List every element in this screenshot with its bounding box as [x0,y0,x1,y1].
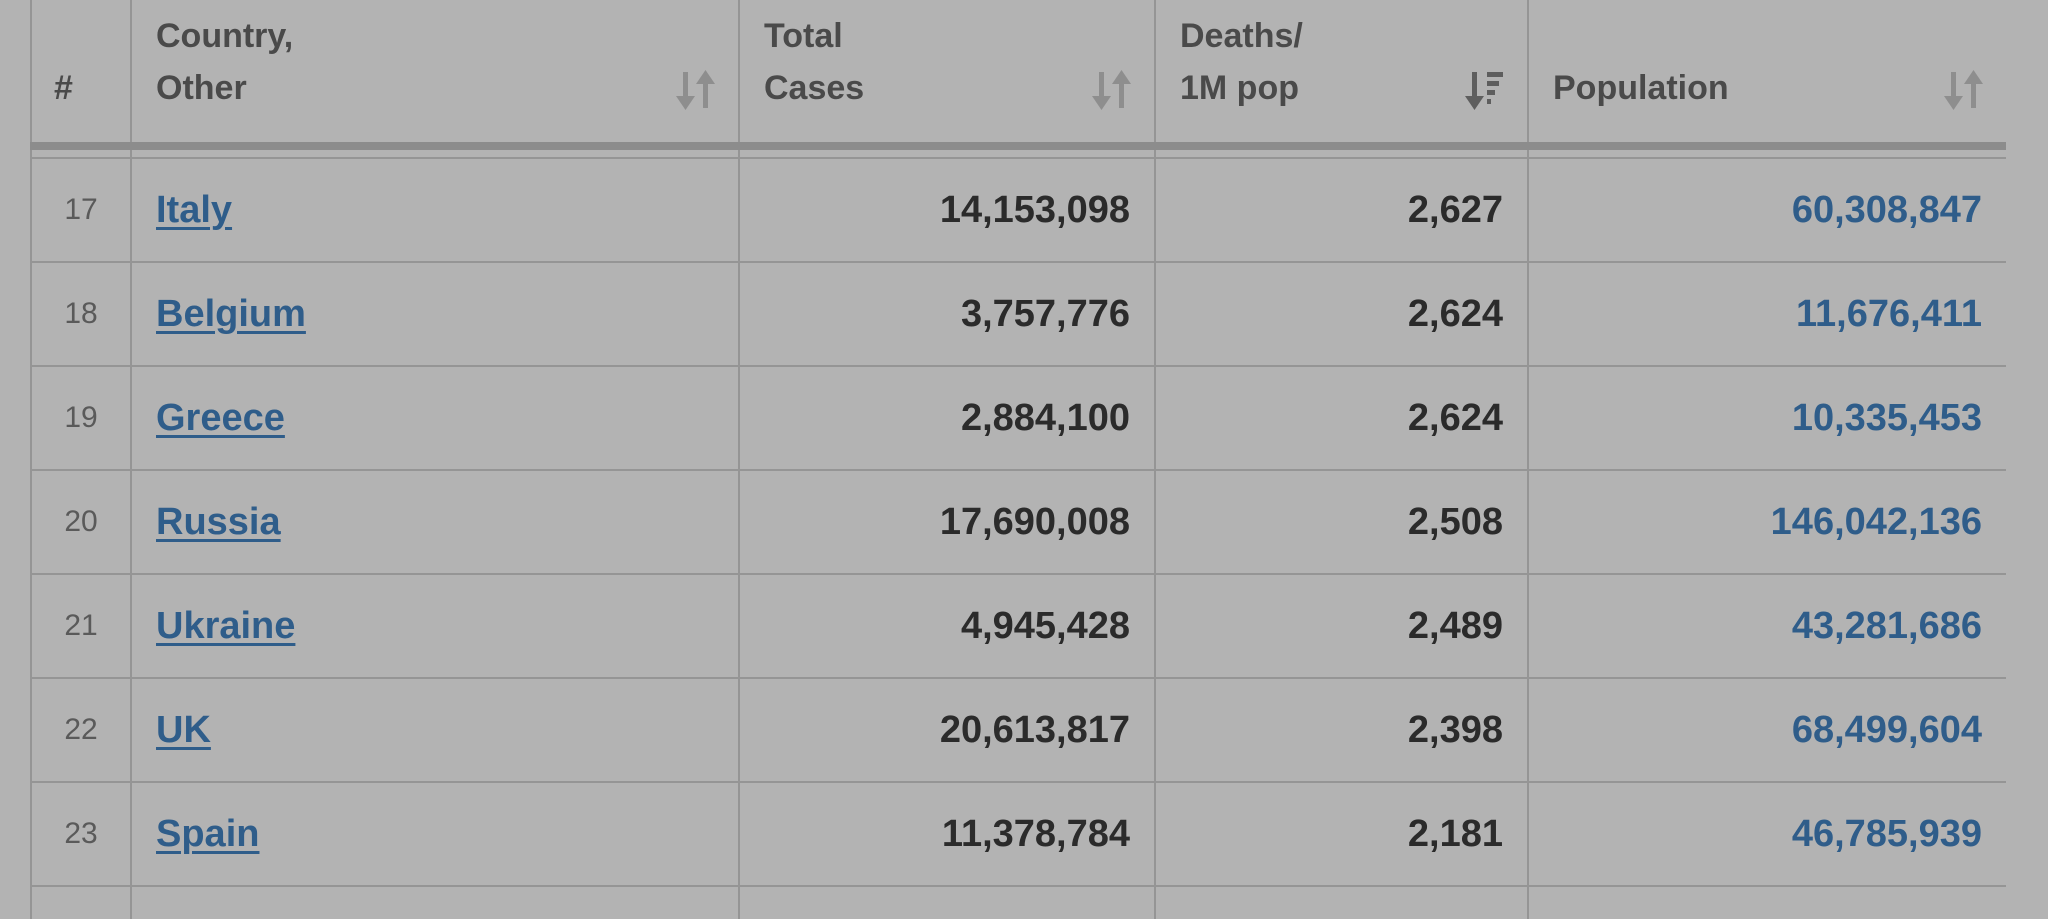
row-total-cases: 20,613,817 [738,677,1156,783]
header-spacer [30,145,2006,159]
country-link-ukraine[interactable]: Ukraine [156,605,295,647]
column-header-total-cases[interactable]: Total Cases [738,0,1156,150]
row-population: 68,499,604 [1527,677,2006,783]
column-header-country[interactable]: Country, Other [130,0,740,150]
row-rank: 17 [30,157,132,263]
table-row: 22 UK 20,613,817 2,398 68,499,604 [30,677,2006,783]
country-link-italy[interactable]: Italy [156,189,232,231]
row-country-cell: Belgium [130,261,740,367]
covid-stats-table: # Country, Other Total Cases Deaths/ 1M … [30,0,2006,919]
column-header-population[interactable]: Population [1527,0,2006,150]
sort-unsorted-icon[interactable] [1944,68,1984,112]
sort-unsorted-icon[interactable] [1092,68,1132,112]
column-header-deaths-line2: 1M pop [1180,69,1299,107]
row-rank: 21 [30,573,132,679]
header-row: # Country, Other Total Cases Deaths/ 1M … [30,0,2006,150]
table-row: 18 Belgium 3,757,776 2,624 11,676,411 [30,261,2006,367]
row-population: 46,785,939 [1527,781,2006,887]
table-body: 17 Italy 14,153,098 2,627 60,308,847 18 … [30,145,2006,919]
row-rank: 22 [30,677,132,783]
row-deaths-per-1m: 2,624 [1154,261,1529,367]
row-deaths-per-1m: 2,624 [1154,365,1529,471]
row-deaths-per-1m: 2,489 [1154,573,1529,679]
row-country-cell: Greece [130,365,740,471]
table-row: 19 Greece 2,884,100 2,624 10,335,453 [30,365,2006,471]
table-row: 20 Russia 17,690,008 2,508 146,042,136 [30,469,2006,575]
sort-descending-icon[interactable] [1465,68,1505,112]
table-row: 17 Italy 14,153,098 2,627 60,308,847 [30,157,2006,263]
row-population: 60,308,847 [1527,157,2006,263]
row-deaths-per-1m: 2,398 [1154,677,1529,783]
row-total-cases: 2,884,100 [738,365,1156,471]
column-header-rank: # [30,0,132,150]
column-header-cases-line2: Cases [764,69,865,107]
row-country-cell: Spain [130,781,740,887]
sort-unsorted-icon[interactable] [676,68,716,112]
country-link-belgium[interactable]: Belgium [156,293,306,335]
table-row-partial [30,885,2006,919]
row-population: 11,676,411 [1527,261,2006,367]
row-country-cell: Russia [130,469,740,575]
row-total-cases: 17,690,008 [738,469,1156,575]
row-total-cases: 3,757,776 [738,261,1156,367]
covid-stats-table-container: # Country, Other Total Cases Deaths/ 1M … [30,0,2006,919]
column-header-country-line2: Other [156,69,247,107]
row-population: 10,335,453 [1527,365,2006,471]
row-country-cell: UK [130,677,740,783]
row-rank: 20 [30,469,132,575]
row-rank: 19 [30,365,132,471]
row-deaths-per-1m: 2,508 [1154,469,1529,575]
row-country-cell: Ukraine [130,573,740,679]
row-total-cases: 4,945,428 [738,573,1156,679]
column-header-cases-line1: Total [764,17,843,55]
country-link-uk[interactable]: UK [156,709,211,751]
country-link-spain[interactable]: Spain [156,813,259,855]
row-population: 146,042,136 [1527,469,2006,575]
column-header-population-label: Population [1553,69,1729,107]
country-link-russia[interactable]: Russia [156,501,281,543]
column-header-deaths-line1: Deaths/ [1180,17,1303,55]
row-deaths-per-1m: 2,627 [1154,157,1529,263]
country-link-greece[interactable]: Greece [156,397,285,439]
row-population: 43,281,686 [1527,573,2006,679]
column-header-deaths-per-1m[interactable]: Deaths/ 1M pop [1154,0,1529,150]
table-row: 21 Ukraine 4,945,428 2,489 43,281,686 [30,573,2006,679]
column-header-country-line1: Country, [156,17,294,55]
row-total-cases: 11,378,784 [738,781,1156,887]
row-deaths-per-1m: 2,181 [1154,781,1529,887]
table-row: 23 Spain 11,378,784 2,181 46,785,939 [30,781,2006,887]
column-header-rank-label: # [54,69,73,107]
row-total-cases: 14,153,098 [738,157,1156,263]
row-country-cell: Italy [130,157,740,263]
row-rank: 18 [30,261,132,367]
row-rank: 23 [30,781,132,887]
